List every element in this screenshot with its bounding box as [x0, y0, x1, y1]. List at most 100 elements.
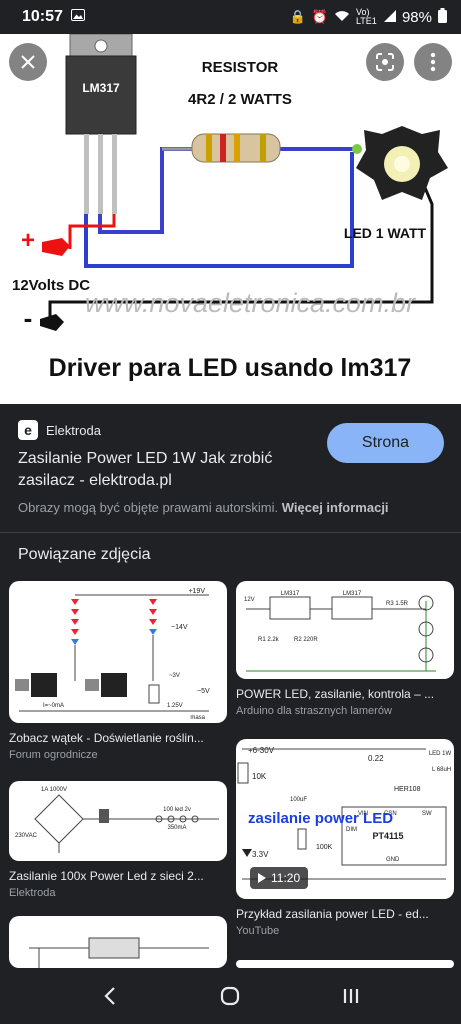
svg-text:100 led 2v: 100 led 2v	[163, 807, 191, 813]
back-button[interactable]	[80, 976, 140, 1016]
supply-label: 12Volts DC	[12, 277, 90, 294]
close-button[interactable]	[9, 43, 47, 81]
back-icon	[104, 987, 115, 1005]
related-thumbnail[interactable]	[9, 916, 227, 968]
copyright-text: Obrazy mogą być objęte prawami autorskim…	[18, 500, 279, 515]
svg-text:LED 1W: LED 1W	[429, 751, 452, 757]
svg-text:LM317: LM317	[343, 591, 362, 597]
battery-icon	[438, 7, 447, 27]
related-card-title[interactable]: Zasilanie 100x Power Led z sieci 2...	[9, 869, 227, 883]
resistor-label: RESISTOR	[202, 59, 279, 76]
related-card-1[interactable]: +19V ~14V ~5V masa I=~0mA 1.25V ~3V Zoba…	[9, 581, 227, 761]
svg-text:DIM: DIM	[346, 827, 357, 833]
schematic-thumbnail: +19V ~14V ~5V masa I=~0mA 1.25V ~3V	[15, 588, 210, 721]
more-options-button[interactable]	[414, 43, 452, 81]
related-card-2[interactable]: LM317 LM317 R1 2.2k R2 220R R3 1.5R 12V …	[236, 581, 454, 717]
visit-button[interactable]: Strona	[327, 423, 444, 463]
related-thumbnail[interactable]: +6-30V 10K 0.22 HER108 LED 1W 100uF 100K…	[236, 739, 454, 899]
related-card-source: Forum ogrodnicze	[9, 749, 98, 761]
signal-icon	[383, 9, 396, 26]
svg-text:LM317: LM317	[281, 591, 300, 597]
elektroda-favicon-icon: e	[18, 420, 38, 440]
lens-button[interactable]	[366, 43, 404, 81]
related-card-source: Elektroda	[9, 887, 56, 899]
copyright-notice: Obrazy mogą być objęte prawami autorskim…	[18, 500, 389, 515]
lock-icon: 🔒	[289, 9, 306, 24]
svg-text:L 68uH: L 68uH	[432, 767, 451, 773]
result-info: e Elektroda Zasilanie Power LED 1W Jak z…	[0, 404, 461, 532]
svg-text:PT4115: PT4115	[372, 831, 403, 841]
related-card-5[interactable]	[9, 916, 227, 968]
system-nav-bar	[0, 968, 461, 1024]
more-vert-icon	[430, 52, 436, 72]
svg-text:100uF: 100uF	[290, 797, 307, 803]
status-time: 10:57	[22, 8, 63, 25]
svg-text:0.22: 0.22	[368, 754, 384, 763]
svg-text:100K: 100K	[316, 844, 333, 851]
gallery-notification-icon	[70, 8, 85, 26]
svg-text:R2 220R: R2 220R	[294, 637, 318, 643]
svg-text:GND: GND	[386, 857, 400, 863]
lens-icon	[376, 53, 394, 71]
recents-icon	[343, 989, 358, 1003]
svg-text:1A 1000V: 1A 1000V	[41, 787, 67, 793]
svg-text:R1 2.2k: R1 2.2k	[258, 637, 280, 643]
watermark-text: www.novaeletronica.com.br	[85, 288, 416, 318]
schematic-thumbnail: 100 led 2v 350mA 230VAC 1A 1000V	[15, 787, 219, 853]
related-card-4[interactable]: +6-30V 10K 0.22 HER108 LED 1W 100uF 100K…	[236, 739, 454, 937]
svg-text:10K: 10K	[252, 772, 267, 781]
related-thumbnail[interactable]: 100 led 2v 350mA 230VAC 1A 1000V	[9, 781, 227, 861]
related-card-6[interactable]	[236, 960, 454, 968]
svg-text:1.25V: 1.25V	[167, 703, 183, 709]
home-icon	[221, 986, 240, 1006]
svg-text:12V: 12V	[244, 597, 255, 603]
hero-caption: Driver para LED usando lm317	[49, 354, 412, 382]
video-duration: 11:20	[271, 871, 301, 885]
related-thumbnail[interactable]: +19V ~14V ~5V masa I=~0mA 1.25V ~3V	[9, 581, 227, 723]
svg-text:~3V: ~3V	[169, 673, 180, 679]
recents-button[interactable]	[321, 976, 381, 1016]
play-icon	[258, 873, 266, 883]
close-icon	[21, 55, 35, 69]
svg-text:3.3V: 3.3V	[252, 850, 269, 859]
alarm-icon: ⏰	[311, 9, 328, 24]
battery-percent: 98%	[401, 8, 432, 26]
schematic-thumbnail: LM317 LM317 R1 2.2k R2 220R R3 1.5R 12V	[244, 591, 436, 672]
network-label: Vo) LTE1	[355, 7, 377, 26]
related-thumbnail[interactable]	[236, 960, 454, 968]
svg-text:SW: SW	[422, 811, 432, 817]
related-card-source: YouTube	[236, 925, 280, 937]
wifi-icon	[334, 10, 350, 25]
section-divider	[0, 532, 461, 533]
related-card-title[interactable]: POWER LED, zasilanie, kontrola – ...	[236, 687, 454, 701]
related-thumbnail[interactable]: LM317 LM317 R1 2.2k R2 220R R3 1.5R 12V	[236, 581, 454, 679]
ic-label: LM317	[82, 81, 120, 95]
resistor-value: 4R2 / 2 WATTS	[188, 91, 292, 108]
result-title[interactable]: Zasilanie Power LED 1W Jak zrobić zasila…	[18, 448, 308, 492]
home-button[interactable]	[200, 976, 260, 1016]
circuit-diagram: LM317 RESISTOR 4R2 / 2 WATTS LED 1 WATT …	[12, 34, 448, 382]
related-card-title[interactable]: Przykład zasilania power LED - ed...	[236, 907, 454, 921]
more-info-link[interactable]: Więcej informacji	[282, 500, 389, 515]
plus-label: +	[21, 227, 35, 254]
svg-text:230VAC: 230VAC	[15, 833, 38, 839]
svg-text:~14V: ~14V	[171, 624, 188, 631]
svg-text:R3 1.5R: R3 1.5R	[386, 601, 409, 607]
schematic-thumbnail	[29, 937, 209, 968]
related-heading: Powiązane zdjęcia	[18, 546, 151, 563]
minus-label: -	[24, 303, 33, 333]
source-row[interactable]: e Elektroda	[18, 420, 101, 440]
hero-image[interactable]: LM317 RESISTOR 4R2 / 2 WATTS LED 1 WATT …	[0, 34, 461, 404]
svg-text:+19V: +19V	[188, 588, 205, 595]
svg-text:HER108: HER108	[394, 786, 421, 793]
status-bar: 10:57 🔒 ⏰ Vo) LTE1 98%	[0, 0, 461, 34]
video-duration-badge: 11:20	[250, 867, 309, 889]
led-label: LED 1 WATT	[344, 225, 427, 241]
svg-text:350mA: 350mA	[167, 825, 186, 831]
related-card-3[interactable]: 100 led 2v 350mA 230VAC 1A 1000V Zasilan…	[9, 781, 227, 899]
video-overlay-text: zasilanie power LED	[248, 810, 393, 827]
source-name: Elektroda	[46, 422, 101, 438]
related-card-title[interactable]: Zobacz wątek - Doświetlanie roślin...	[9, 731, 227, 745]
related-card-source: Arduino dla strasznych lamerów	[236, 705, 392, 717]
svg-text:I=~0mA: I=~0mA	[43, 703, 64, 709]
